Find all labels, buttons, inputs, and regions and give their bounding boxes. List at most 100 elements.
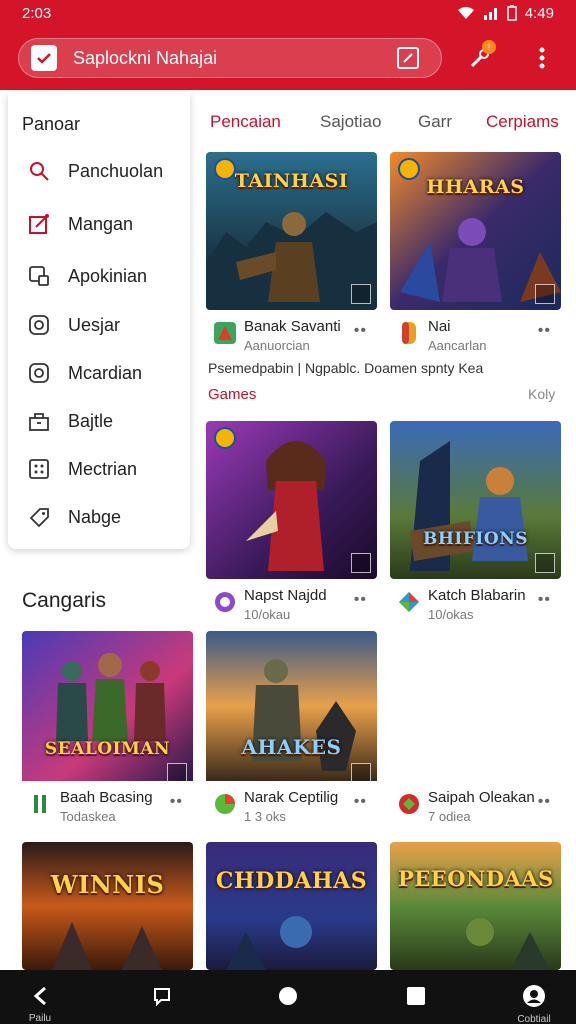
game-card[interactable]: HHARAS Nai Aancarlan •• <box>390 152 561 366</box>
app-icon <box>34 795 46 813</box>
drawer-item-tag[interactable]: Nabge <box>8 495 190 539</box>
game-title-art: WINNIS <box>50 870 165 899</box>
game-thumbnail[interactable]: TAINHASI <box>206 152 377 310</box>
drawer-item-label: Panchuolan <box>68 160 164 181</box>
game-title-art: CHDDAHAS <box>215 868 368 894</box>
tag-icon <box>26 504 52 530</box>
tab-cerpiams[interactable]: Cerpiams <box>486 112 559 132</box>
game-title-art: TAINHASI <box>234 170 349 192</box>
tab-pencaian[interactable]: Pencaian <box>210 112 281 132</box>
media-icon <box>26 360 52 386</box>
expand-icon <box>351 553 371 573</box>
expand-icon <box>167 763 187 783</box>
search-bar[interactable]: Saplockni Nahajai <box>18 38 442 78</box>
apps-icon <box>26 263 52 289</box>
expand-icon <box>351 284 371 304</box>
home-button[interactable] <box>258 970 318 1024</box>
app-icon <box>215 794 235 814</box>
expand-icon <box>351 763 371 783</box>
game-card[interactable]: BHIFIONS Katch Blabarin 10/okas •• <box>390 421 561 635</box>
game-card[interactable]: SEALOIMAN Baah Bcasing Todaskea •• <box>22 631 193 845</box>
user-icon <box>26 312 52 338</box>
drawer-item-label: Nabge <box>68 506 122 527</box>
game-card[interactable]: Napst Najdd 10/okau •• <box>206 421 377 635</box>
status-icons: 4:49 <box>457 5 554 22</box>
search-input[interactable]: Saplockni Nahajai <box>73 48 397 69</box>
tab-sajotiao[interactable]: Sajotiao <box>320 112 381 132</box>
game-card[interactable]: WINNIS <box>22 842 193 970</box>
drawer-item-label: Mcardian <box>68 362 143 383</box>
drawer-title: Panoar <box>22 114 81 134</box>
more-icon[interactable]: •• <box>354 591 367 609</box>
game-card[interactable]: TAINHASI Banak Savanti Aanuorcian •• <box>206 152 377 366</box>
section-title-categories: Cangaris <box>22 589 107 612</box>
game-name: Katch Blabarin <box>428 587 526 604</box>
game-subtitle: Todaskea <box>60 809 116 824</box>
profile-button[interactable]: Cobtiail <box>504 970 564 1024</box>
edit-icon <box>26 211 52 237</box>
section-title-games: Games <box>208 386 257 403</box>
app-icon <box>399 794 419 814</box>
game-card[interactable]: AHAKES Narak Ceptilig 1 3 oks •• <box>206 631 377 845</box>
game-thumbnail[interactable]: CHDDAHAS <box>206 842 377 970</box>
drawer-item-media[interactable]: Mcardian <box>8 351 190 395</box>
game-title-art: BHIFIONS <box>422 529 529 549</box>
game-name: Narak Ceptilig <box>244 789 339 806</box>
status-right-time: 4:49 <box>524 4 554 22</box>
back-button[interactable]: Pailu <box>10 970 70 1024</box>
home-icon <box>276 984 300 1008</box>
drawer-item-label: Apokinian <box>68 265 148 286</box>
more-icon[interactable]: •• <box>354 322 367 340</box>
game-name: Banak Savanti <box>244 318 341 335</box>
badge-icon <box>214 427 236 449</box>
more-icon[interactable]: •• <box>354 793 367 811</box>
bag-icon <box>26 408 52 434</box>
overflow-menu-button[interactable] <box>526 42 558 74</box>
overview-button[interactable] <box>386 970 446 1024</box>
drawer-item-label: Bajtle <box>68 410 114 431</box>
game-thumbnail[interactable]: AHAKES <box>206 631 377 789</box>
open-square-icon[interactable] <box>397 47 419 69</box>
more-icon[interactable]: •• <box>538 591 551 609</box>
notification-button[interactable]: ! <box>464 40 496 74</box>
notification-badge: ! <box>482 40 496 54</box>
expand-icon <box>535 284 555 304</box>
game-subtitle: 10/okas <box>428 607 474 622</box>
game-name: Nai <box>428 318 451 335</box>
game-subtitle: 1 3 oks <box>244 809 286 824</box>
more-vert-icon <box>539 47 545 69</box>
tab-garr[interactable]: Garr <box>418 112 452 132</box>
wifi-icon <box>457 7 474 19</box>
game-card[interactable]: Saipah Oleakan 7 odiea •• <box>390 631 561 845</box>
game-card[interactable]: CHDDAHAS <box>206 842 377 970</box>
game-name: Baah Bcasing <box>60 789 153 806</box>
game-name: Napst Najdd <box>244 587 327 604</box>
game-thumbnail[interactable]: SEALOIMAN <box>22 631 193 789</box>
drawer-item-search[interactable]: Panchuolan <box>8 149 190 193</box>
checkbox-icon[interactable] <box>31 45 57 71</box>
more-icon[interactable]: •• <box>538 793 551 811</box>
profile-icon <box>522 984 546 1008</box>
drawer-item-apps[interactable]: Apokinian <box>8 254 190 298</box>
drawer-item-grid[interactable]: Mectrian <box>8 447 190 491</box>
battery-icon <box>507 5 517 21</box>
chat-icon <box>150 984 174 1008</box>
drawer-item-edit[interactable]: Mangan <box>8 202 190 246</box>
recents-button[interactable] <box>132 970 192 1024</box>
game-thumbnail[interactable]: BHIFIONS <box>390 421 561 579</box>
drawer-menu: Panoar Panchuolan Mangan Apokinian Uesja… <box>8 92 190 549</box>
grid-icon <box>26 456 52 482</box>
game-thumbnail[interactable] <box>206 421 377 579</box>
more-icon[interactable]: •• <box>170 793 183 811</box>
more-icon[interactable]: •• <box>538 322 551 340</box>
drawer-item-bag[interactable]: Bajtle <box>8 399 190 443</box>
game-thumbnail[interactable]: PEEONDAAS <box>390 842 561 970</box>
drawer-item-user[interactable]: Uesjar <box>8 303 190 347</box>
game-meta: Nai Aancarlan •• <box>390 310 561 366</box>
game-thumbnail[interactable]: WINNIS <box>22 842 193 970</box>
game-thumbnail[interactable]: HHARAS <box>390 152 561 310</box>
game-card[interactable]: PEEONDAAS <box>390 842 561 970</box>
app-icon <box>214 322 236 344</box>
status-time: 2:03 <box>22 4 52 22</box>
section-link[interactable]: Koly <box>528 386 555 402</box>
